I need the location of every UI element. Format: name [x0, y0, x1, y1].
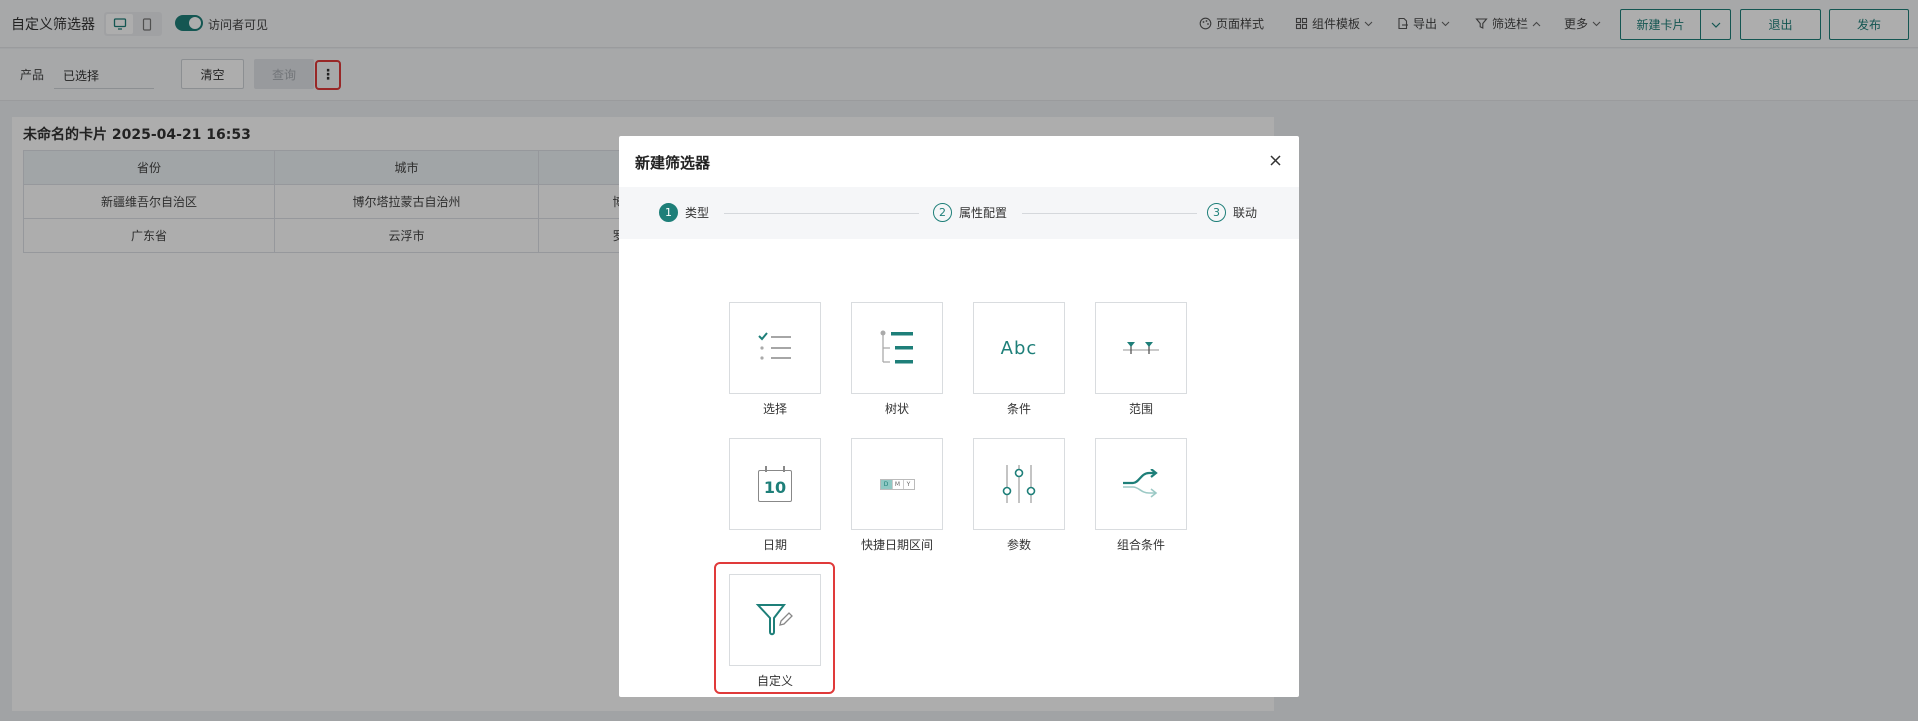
tile-icon-box	[1095, 302, 1187, 394]
custom-funnel-icon	[755, 604, 793, 636]
parameter-sliders-icon	[1002, 465, 1036, 503]
filter-type-quick-date-range[interactable]: D M Y 快捷日期区间	[851, 438, 943, 553]
tile-icon-box	[973, 438, 1065, 530]
filter-type-parameter[interactable]: 参数	[973, 438, 1065, 553]
step-label: 属性配置	[959, 206, 1008, 220]
tile-label: 快捷日期区间	[860, 538, 933, 552]
page: 自定义筛选器 访问者可见 页面样式 组件模板 导出 筛选栏 更多 新建卡片 退出…	[0, 0, 1918, 721]
filter-type-tree[interactable]: 树状	[851, 302, 943, 417]
condition-text-icon: Abc	[1000, 337, 1038, 359]
step-indicator: 1 类型 2 属性配置 3 联动	[619, 187, 1299, 239]
filter-type-combined-condition[interactable]: 组合条件	[1095, 438, 1187, 553]
step-connector	[1022, 213, 1197, 214]
tile-icon-box: Abc	[973, 302, 1065, 394]
filter-type-custom[interactable]: 自定义	[729, 574, 821, 689]
tile-label: 条件	[1006, 402, 1031, 416]
dialog-title: 新建筛选器	[635, 154, 711, 172]
filter-type-select[interactable]: 选择	[729, 302, 821, 417]
combo-arrow-icon	[1123, 469, 1158, 498]
tile-label: 参数	[1006, 538, 1031, 552]
tile-icon-box	[729, 302, 821, 394]
step-connector	[724, 213, 919, 214]
tile-label: 树状	[884, 402, 909, 416]
close-button[interactable]	[1265, 150, 1285, 170]
filter-type-date[interactable]: 10 日期	[729, 438, 821, 553]
step-type: 1 类型	[659, 203, 709, 222]
step-label: 类型	[685, 206, 710, 220]
tile-label: 日期	[762, 538, 787, 552]
filter-type-range[interactable]: 范围	[1095, 302, 1187, 417]
quick-date-icon: D M Y	[879, 478, 915, 490]
close-icon	[1269, 154, 1281, 166]
step-number: 1	[659, 203, 678, 222]
tile-label: 范围	[1128, 402, 1153, 416]
step-number: 2	[933, 203, 952, 222]
range-slider-icon	[1123, 342, 1159, 354]
step-linkage: 3 联动	[1207, 203, 1257, 222]
tree-icon	[880, 330, 913, 364]
select-list-icon	[758, 332, 791, 360]
tile-icon-box	[1095, 438, 1187, 530]
new-filter-dialog: 新建筛选器 1 类型 2 属性配置 3 联动 选择 树状 Abc 条件 范围 1…	[619, 136, 1299, 697]
tile-icon-box: D M Y	[851, 438, 943, 530]
step-number: 3	[1207, 203, 1226, 222]
step-label: 联动	[1233, 206, 1258, 220]
calendar-icon: 10	[758, 466, 792, 502]
filter-type-condition[interactable]: Abc 条件	[973, 302, 1065, 417]
tile-icon-box	[851, 302, 943, 394]
tile-icon-box: 10	[729, 438, 821, 530]
tile-icon-box	[729, 574, 821, 666]
tile-label: 自定义	[756, 674, 793, 688]
tile-label: 组合条件	[1116, 538, 1165, 552]
step-attribute-config: 2 属性配置	[933, 203, 1007, 222]
tile-label: 选择	[762, 402, 787, 416]
